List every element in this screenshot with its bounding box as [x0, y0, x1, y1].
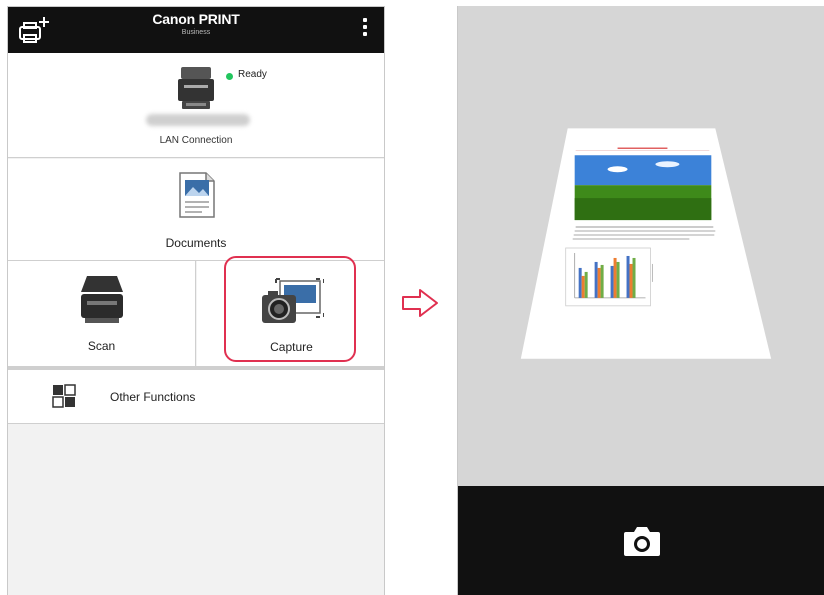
connection-type: LAN Connection [159, 135, 233, 146]
camera-control-bar [458, 486, 824, 595]
kebab-menu-icon[interactable] [358, 15, 372, 45]
camera-icon[interactable] [622, 524, 662, 558]
app-header: Canon PRINT Business [8, 7, 384, 53]
printer-panel[interactable]: Ready LAN Connection [8, 53, 384, 158]
status-indicator [226, 73, 233, 80]
camera-screen [457, 6, 824, 595]
app-subtitle: Business [181, 29, 211, 36]
scan-button[interactable]: Scan [8, 261, 196, 366]
printer-name-redacted [146, 114, 250, 126]
other-functions-button[interactable]: Other Functions [8, 370, 384, 424]
app-title: Canon PRINT [152, 11, 240, 27]
printer-status: Ready [238, 69, 267, 80]
scanner-icon [81, 276, 123, 323]
grid-functions-icon [52, 384, 76, 408]
app-title-block: Canon PRINT Business [8, 12, 384, 36]
right-outline-arrow-icon [402, 289, 438, 317]
capture-button[interactable]: Capture [197, 256, 384, 366]
document-image-icon [179, 172, 215, 218]
other-functions-label: Other Functions [110, 390, 196, 404]
app-home-screen: Canon PRINT Business Ready LAN Connectio… [7, 6, 385, 595]
documents-label: Documents [165, 236, 227, 250]
scan-label: Scan [87, 339, 116, 353]
multifunction-printer-icon [178, 67, 214, 109]
capture-label: Capture [270, 340, 313, 354]
camera-viewfinder [458, 6, 824, 486]
camera-document-icon [262, 278, 324, 323]
documents-button[interactable]: Documents [8, 159, 384, 261]
